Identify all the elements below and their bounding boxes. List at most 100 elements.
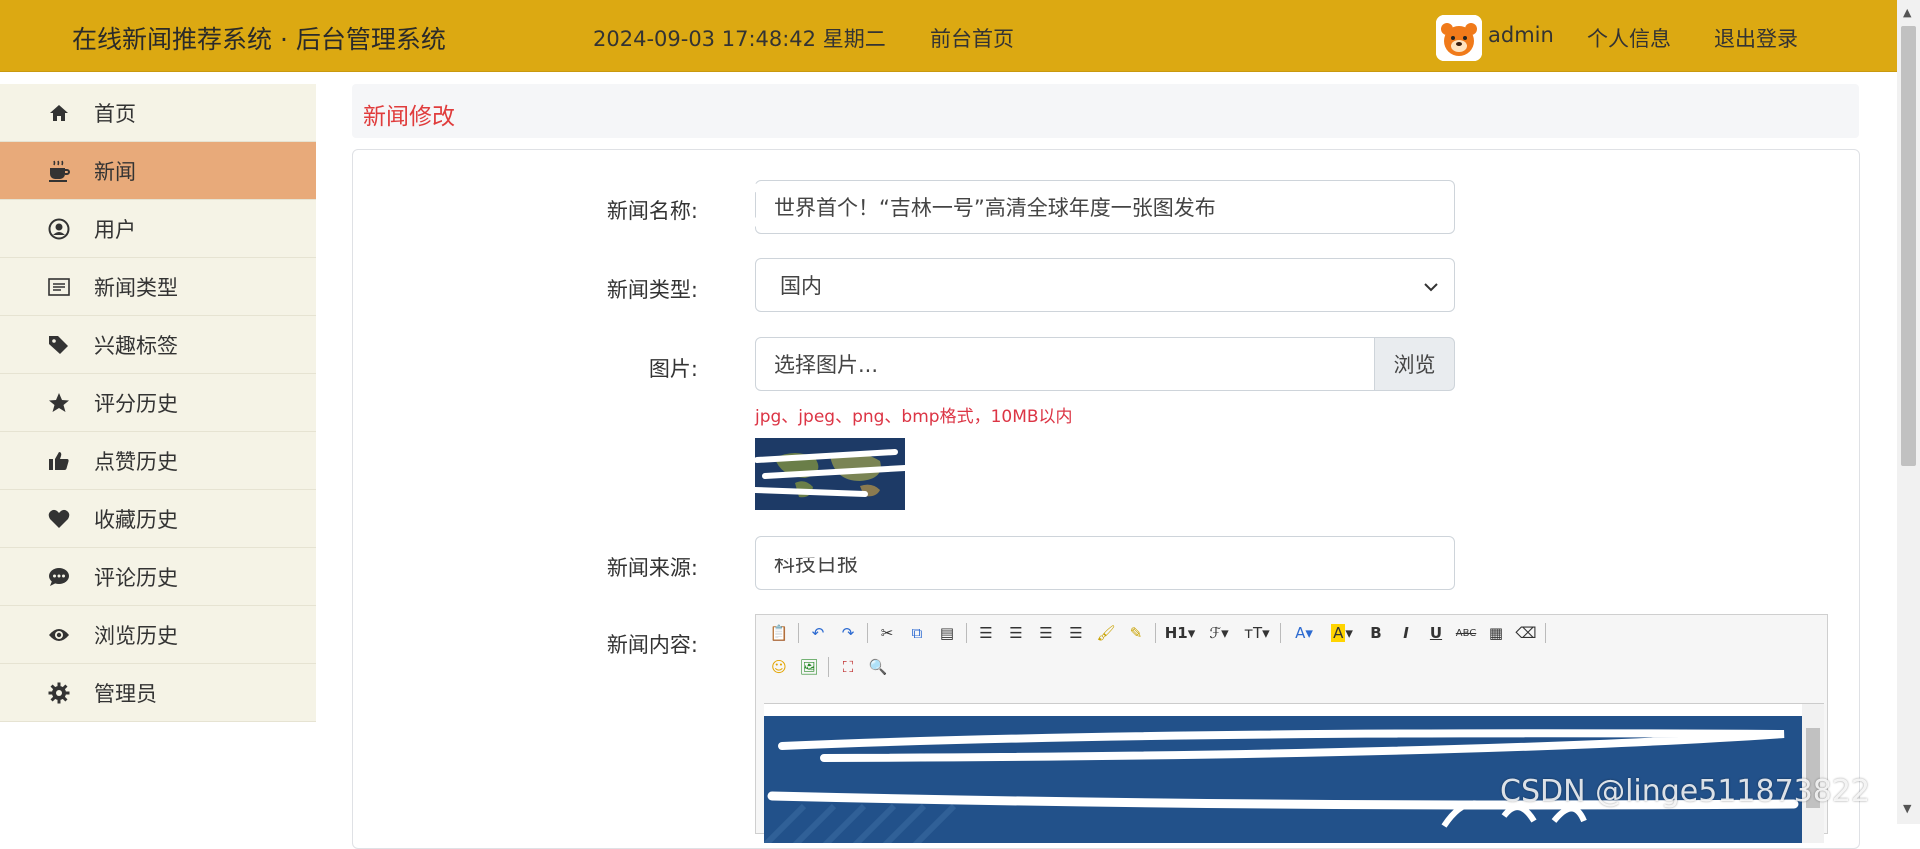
comment-icon [48,566,70,588]
toolbar-separator [867,623,868,643]
scrollbar-thumb[interactable] [1901,26,1916,466]
image-file-placeholder: 选择图片... [774,353,879,377]
undo-icon[interactable]: ↶ [803,619,833,647]
eraser-icon[interactable]: ⌫ [1511,619,1541,647]
sidebar-item-users[interactable]: 用户 [0,200,316,258]
scroll-down-icon[interactable]: ▼ [1903,802,1911,815]
page-scrollbar[interactable]: ▲ ▼ [1897,0,1920,824]
redaction-scribble [755,183,1280,229]
heading-text: H1 [1164,624,1188,642]
sidebar-item-label: 评分历史 [94,391,178,416]
sidebar-item-interest-tags[interactable]: 兴趣标签 [0,316,316,374]
sidebar-item-label: 首页 [94,101,136,126]
sidebar-item-label: 收藏历史 [94,507,178,532]
fullscreen-icon[interactable]: ⛶ [833,653,863,681]
editor-content-area[interactable] [764,703,1824,843]
underline-icon[interactable]: U [1421,619,1451,647]
toolbar-separator [966,623,967,643]
page-title-bar: 新闻修改 [352,84,1859,138]
table-icon[interactable]: ▦ [1481,619,1511,647]
toolbar-separator [1545,623,1546,643]
news-content-label: 新闻内容: [606,633,698,657]
news-type-select[interactable]: 国内 [755,258,1455,312]
news-image-thumbnail [755,438,905,510]
image-file-input[interactable]: 选择图片... [755,337,1375,391]
toolbar-separator [828,657,829,677]
logout-link[interactable]: 退出登录 [1714,23,1798,53]
cut-icon[interactable]: ✂ [872,619,902,647]
toolbar-separator [1155,623,1156,643]
gear-icon [48,682,70,704]
current-datetime: 2024-09-03 17:48:42 星期二 [593,27,886,51]
format-brush-icon[interactable]: 🖌 [1091,619,1121,647]
csdn-watermark: CSDN @linge511873822 [1500,774,1871,809]
bear-avatar-icon [1436,15,1482,61]
paste-icon[interactable]: 📋 [764,619,794,647]
heart-icon [48,508,70,530]
font-family-icon[interactable]: ℱ▾ [1200,619,1238,647]
paste-word-icon[interactable]: ✎ [1121,619,1151,647]
sidebar-item-favorite-history[interactable]: 收藏历史 [0,490,316,548]
font-color-icon[interactable]: A▾ [1285,619,1323,647]
sidebar: 首页 新闻 用户 新闻类型 兴趣标签 评分历史 点赞历史 收藏历史 评论历史 浏… [0,84,316,722]
sidebar-item-news[interactable]: 新闻 [0,142,316,200]
home-icon [48,102,70,124]
sidebar-item-comment-history[interactable]: 评论历史 [0,548,316,606]
sidebar-item-news-types[interactable]: 新闻类型 [0,258,316,316]
align-left-icon[interactable]: ☰ [971,619,1001,647]
heading-icon[interactable]: H1 ▾ [1160,619,1200,647]
app-brand: 在线新闻推荐系统 · 后台管理系统 [72,25,446,54]
user-circle-icon [48,218,70,240]
list-icon [48,276,70,298]
sidebar-item-like-history[interactable]: 点赞历史 [0,432,316,490]
sidebar-item-label: 浏览历史 [94,623,178,648]
frontend-home-link[interactable]: 前台首页 [930,23,1014,53]
news-source-label: 新闻来源: [606,556,698,580]
sidebar-item-label: 新闻类型 [94,275,178,300]
sidebar-item-label: 用户 [94,217,136,242]
scroll-up-icon[interactable]: ▲ [1903,6,1911,19]
toolbar-separator [1280,623,1281,643]
chevron-down-icon [1424,273,1438,297]
sidebar-item-label: 兴趣标签 [94,333,178,358]
image-label: 图片: [648,357,698,381]
sidebar-item-home[interactable]: 首页 [0,84,316,142]
paste-text-icon[interactable]: ▤ [932,619,962,647]
preview-icon[interactable]: 🔍 [863,653,893,681]
emoji-icon[interactable]: ☺ [764,653,794,681]
image-format-hint: jpg、jpeg、png、bmp格式，10MB以内 [755,407,1073,427]
image-icon[interactable]: 🖼 [794,653,824,681]
sidebar-item-admins[interactable]: 管理员 [0,664,316,722]
username[interactable]: admin [1488,23,1554,47]
bold-icon[interactable]: B [1361,619,1391,647]
eye-icon [48,624,70,646]
align-justify-icon[interactable]: ☰ [1061,619,1091,647]
sidebar-item-label: 点赞历史 [94,449,178,474]
strikethrough-icon[interactable]: ABC [1451,619,1481,647]
sidebar-item-label: 管理员 [94,681,157,706]
redo-icon[interactable]: ↷ [833,619,863,647]
tags-icon [48,334,70,356]
toolbar-separator [798,623,799,643]
italic-icon[interactable]: I [1391,619,1421,647]
avatar[interactable] [1436,15,1482,61]
sidebar-item-browse-history[interactable]: 浏览历史 [0,606,316,664]
sidebar-item-label: 新闻 [94,159,136,184]
news-name-label: 新闻名称: [606,199,698,223]
profile-link[interactable]: 个人信息 [1587,23,1671,53]
highlight-icon[interactable]: A ▾ [1323,619,1361,647]
browse-button[interactable]: 浏览 [1374,337,1455,391]
news-type-label: 新闻类型: [606,278,698,302]
align-center-icon[interactable]: ☰ [1001,619,1031,647]
sidebar-item-label: 评论历史 [94,565,178,590]
thumbs-up-icon [48,450,70,472]
top-navbar: 在线新闻推荐系统 · 后台管理系统 2024-09-03 17:48:42 星期… [0,0,1897,72]
font-size-icon[interactable]: ᴛT▾ [1238,619,1276,647]
redaction-scribble [766,551,868,559]
copy-icon[interactable]: ⧉ [902,619,932,647]
coffee-icon [48,160,70,182]
star-icon [48,392,70,414]
align-right-icon[interactable]: ☰ [1031,619,1061,647]
news-type-value: 国内 [780,274,822,298]
sidebar-item-rating-history[interactable]: 评分历史 [0,374,316,432]
